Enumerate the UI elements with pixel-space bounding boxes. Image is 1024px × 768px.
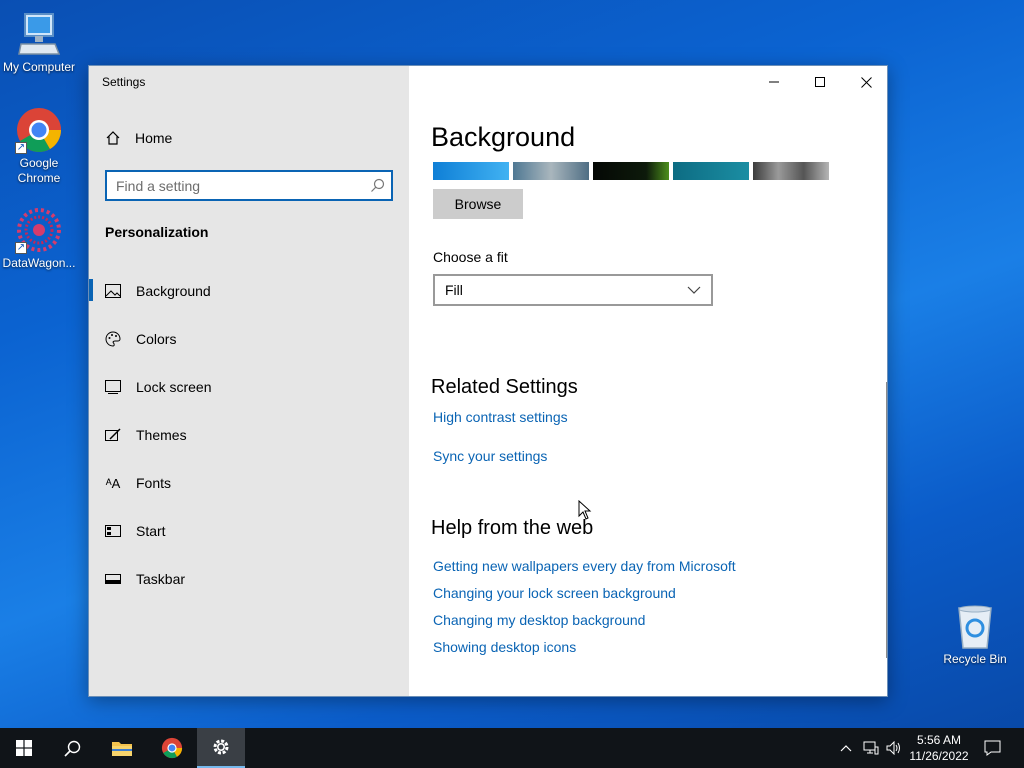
help-from-web-title: Help from the web bbox=[431, 517, 594, 539]
taskbar: 5:56 AM 11/26/2022 bbox=[0, 728, 1024, 768]
sidebar-item-fonts[interactable]: ᴬA Fonts bbox=[89, 459, 409, 507]
recent-image-thumbnail[interactable] bbox=[673, 162, 749, 180]
desktop-icon-label: My Computer bbox=[2, 60, 76, 74]
fonts-icon: ᴬA bbox=[105, 475, 121, 491]
fit-dropdown[interactable]: Fill bbox=[433, 274, 713, 306]
sidebar-home[interactable]: Home bbox=[105, 130, 172, 146]
settings-window: Settings Home Personalization Background bbox=[88, 65, 888, 697]
desktop-icon-google-chrome[interactable]: ↗ Google Chrome bbox=[0, 106, 78, 186]
gear-icon bbox=[213, 739, 229, 755]
search-input[interactable] bbox=[107, 172, 357, 199]
recent-image-thumbnail[interactable] bbox=[593, 162, 669, 180]
clock-date: 11/26/2022 bbox=[909, 749, 969, 763]
section-title: Personalization bbox=[105, 224, 209, 240]
link-sync-your-settings[interactable]: Sync your settings bbox=[433, 448, 547, 464]
maximize-icon bbox=[815, 77, 825, 87]
search-box[interactable] bbox=[105, 170, 393, 201]
sidebar-item-lock-screen[interactable]: Lock screen bbox=[89, 363, 409, 411]
sidebar-item-colors[interactable]: Colors bbox=[89, 315, 409, 363]
sidebar-item-start[interactable]: Start bbox=[89, 507, 409, 555]
folder-icon bbox=[112, 742, 132, 756]
link-new-wallpapers[interactable]: Getting new wallpapers every day from Mi… bbox=[433, 558, 736, 574]
related-settings-title: Related Settings bbox=[431, 376, 578, 398]
palette-icon bbox=[105, 331, 121, 347]
taskbar-icon bbox=[105, 571, 121, 587]
sidebar-item-label: Colors bbox=[136, 331, 177, 347]
chrome-icon: ↗ bbox=[15, 106, 63, 154]
link-showing-desktop-icons[interactable]: Showing desktop icons bbox=[433, 639, 576, 655]
show-hidden-icons-button[interactable] bbox=[838, 728, 854, 768]
sidebar-nav: Background Colors Lock screen Themes ᴬA … bbox=[89, 267, 409, 603]
link-lock-screen-background[interactable]: Changing your lock screen background bbox=[433, 585, 676, 601]
minimize-icon bbox=[769, 81, 779, 83]
network-button[interactable] bbox=[860, 728, 882, 768]
start-button[interactable] bbox=[0, 728, 48, 768]
network-icon bbox=[863, 741, 879, 755]
chevron-up-icon bbox=[840, 745, 852, 752]
link-desktop-background[interactable]: Changing my desktop background bbox=[433, 612, 645, 628]
recent-images bbox=[433, 162, 833, 180]
sidebar-item-taskbar[interactable]: Taskbar bbox=[89, 555, 409, 603]
recycle-bin-icon bbox=[951, 602, 999, 650]
search-button[interactable] bbox=[48, 728, 96, 768]
themes-icon bbox=[105, 427, 121, 443]
chevron-down-icon bbox=[687, 286, 701, 294]
content-pane: Background Browse Choose a fit Fill Rela… bbox=[409, 66, 887, 696]
settings-taskbar-button[interactable] bbox=[197, 728, 245, 768]
sidebar-item-label: Start bbox=[136, 523, 166, 539]
fit-dropdown-value: Fill bbox=[445, 282, 463, 298]
sidebar-item-label: Taskbar bbox=[136, 571, 186, 587]
sidebar-item-label: Fonts bbox=[136, 475, 172, 491]
recent-image-thumbnail[interactable] bbox=[753, 162, 829, 180]
clock-time: 5:56 AM bbox=[916, 733, 962, 747]
sidebar-item-label: Themes bbox=[136, 427, 187, 443]
desktop-icon-label: DataWagon... bbox=[2, 256, 76, 270]
mouse-cursor-icon bbox=[578, 500, 592, 520]
close-icon bbox=[860, 76, 872, 88]
search-icon bbox=[63, 740, 80, 757]
minimize-button[interactable] bbox=[751, 66, 797, 98]
windows-logo-icon bbox=[16, 740, 32, 756]
sidebar-item-label: Lock screen bbox=[136, 379, 212, 395]
home-label: Home bbox=[135, 130, 173, 146]
notification-icon bbox=[984, 740, 1000, 756]
chrome-icon bbox=[161, 737, 183, 759]
desktop-icon-recycle-bin[interactable]: Recycle Bin bbox=[936, 602, 1014, 667]
sidebar: Settings Home Personalization Background bbox=[89, 66, 409, 696]
desktop-icon-datawagon[interactable]: ↗ DataWagon... bbox=[0, 206, 78, 271]
desktop-icon-label: Recycle Bin bbox=[943, 652, 1007, 666]
clock[interactable]: 5:56 AM 11/26/2022 bbox=[900, 732, 978, 764]
recent-image-thumbnail[interactable] bbox=[513, 162, 589, 180]
page-title: Background bbox=[431, 122, 576, 152]
recent-image-thumbnail[interactable] bbox=[433, 162, 509, 180]
choose-fit-label: Choose a fit bbox=[433, 249, 508, 265]
browse-button[interactable]: Browse bbox=[433, 189, 523, 219]
search-icon[interactable] bbox=[370, 178, 385, 193]
sidebar-item-label: Background bbox=[136, 283, 211, 299]
start-icon bbox=[105, 523, 121, 539]
maximize-button[interactable] bbox=[797, 66, 843, 98]
action-center-button[interactable] bbox=[978, 728, 1006, 768]
close-button[interactable] bbox=[843, 66, 887, 98]
window-title: Settings bbox=[102, 75, 146, 89]
datawagon-icon: ↗ bbox=[15, 206, 63, 254]
shortcut-arrow-icon: ↗ bbox=[15, 142, 27, 154]
chrome-taskbar-button[interactable] bbox=[148, 728, 196, 768]
lock-screen-icon bbox=[105, 379, 121, 395]
shortcut-arrow-icon: ↗ bbox=[15, 242, 27, 254]
sidebar-item-background[interactable]: Background bbox=[89, 267, 409, 315]
desktop-icon-label: Google Chrome bbox=[17, 156, 61, 185]
computer-icon bbox=[15, 10, 63, 58]
sidebar-item-themes[interactable]: Themes bbox=[89, 411, 409, 459]
desktop-icon-my-computer[interactable]: My Computer bbox=[0, 10, 78, 75]
file-explorer-button[interactable] bbox=[98, 728, 146, 768]
picture-icon bbox=[105, 283, 121, 299]
home-icon bbox=[106, 131, 120, 145]
scrollbar[interactable] bbox=[886, 382, 887, 658]
link-high-contrast-settings[interactable]: High contrast settings bbox=[433, 409, 568, 425]
